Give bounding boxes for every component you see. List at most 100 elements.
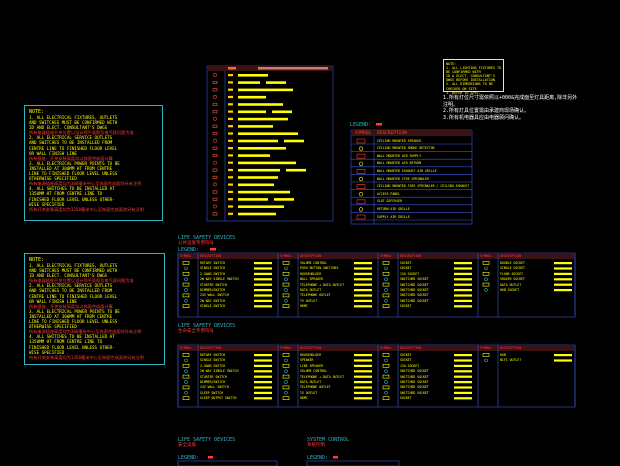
device-description: PUSH BUTTON SWITCHES: [300, 266, 339, 271]
device-description: SLEEP OUTPUT SWITCH: [200, 396, 237, 401]
row-marker: [228, 139, 233, 142]
legend-symbol: [356, 169, 366, 174]
description-bar: [254, 364, 272, 367]
section-legend: LEGEND:: [178, 247, 200, 253]
row-marker: [228, 147, 233, 150]
description-bar: [454, 391, 472, 394]
device-symbol: [182, 293, 190, 298]
device-description: HDMI: [300, 304, 308, 309]
description-bar: [354, 364, 372, 367]
description-bar: [254, 386, 272, 389]
device-table-header-label: SYMBOL: [380, 346, 392, 350]
legend-row-label: CEILING MOUNTED FIRE SPRINKLER / CEILING…: [377, 184, 470, 189]
device-symbol: [282, 271, 290, 276]
row-marker: [228, 212, 233, 215]
description-bar: [238, 74, 268, 77]
legend-row-label: WALL MOUNTED AIR RETURN: [377, 161, 422, 166]
symbol-glyph: [213, 116, 217, 121]
device-symbol: [182, 261, 190, 265]
device-table-header-label: SYMBOL: [280, 346, 292, 350]
description-bar: [254, 278, 272, 281]
device-symbol: [384, 391, 388, 395]
device-description: 2W WAY SINGLE SWITCH: [200, 277, 239, 282]
description-bar: [238, 161, 296, 165]
description-bar: [238, 132, 298, 135]
description-bar: [554, 272, 572, 275]
description-bar: [554, 267, 572, 270]
symbol-glyph: [212, 102, 218, 106]
row-marker: [228, 132, 233, 135]
device-description: TV OUTLET: [300, 298, 318, 303]
device-symbol: [384, 277, 388, 281]
header-mark: [208, 456, 213, 459]
device-description: HOUSEHOLDER: [300, 353, 322, 357]
row-marker: [228, 88, 233, 91]
device-description: 24V WALL SWITCH: [200, 385, 229, 390]
device-symbol: [182, 353, 190, 357]
note-box-bottom-left: NOTE: 1. ALL ELECTRICAL FIXTURES, OUTLET…: [24, 253, 165, 365]
device-description: HDMI: [300, 396, 308, 401]
device-description: SINGLE SWITCH: [200, 266, 225, 271]
note-line: 所有开关安装高度均为1350毫米中心至饰面完成面除另有注明: [29, 206, 144, 212]
device-symbol: [184, 288, 188, 292]
description-bar: [238, 212, 276, 216]
device-description: SOCKET: [400, 304, 412, 309]
note-lines: 1. ALL ELECTRICAL FIXTURES, OUTLETS AND …: [29, 263, 160, 360]
description-bar: [284, 139, 304, 143]
legend-col-description: DESCRIPTION: [377, 131, 407, 136]
row-marker: [228, 81, 233, 84]
description-bar: [454, 262, 472, 265]
note-box-top-right: NOTE: 1. ALL LIGHTING FIXTURES TO BE CON…: [443, 59, 504, 95]
device-description: HOB SOCKET: [500, 288, 520, 292]
description-bar: [554, 359, 572, 362]
device-description: VOLUME CONTROL: [300, 261, 327, 265]
description-bar: [238, 103, 283, 106]
symbol-glyph: [212, 197, 218, 201]
symbol-glyph: [212, 81, 218, 85]
symbol-glyph: [212, 124, 218, 128]
legend-title-right: LEGEND:: [350, 122, 372, 128]
chinese-notes: 1.所有灯位尺寸需依照以+000&完成面至灯具距离,除非另外 注明。 2.所有灯…: [443, 95, 577, 121]
description-bar: [238, 125, 273, 128]
symbol-glyph: [213, 95, 217, 99]
device-symbol: [284, 380, 288, 384]
description-bar: [454, 381, 472, 384]
row-marker: [228, 74, 233, 77]
row-marker: [228, 117, 233, 120]
device-description: SWITCHED SOCKET: [400, 385, 429, 390]
description-bar: [238, 176, 278, 179]
row-marker: [228, 198, 233, 201]
device-symbol: [382, 271, 390, 276]
description-bar: [254, 272, 272, 275]
legend-symbol: [358, 146, 364, 151]
description-bar: [454, 278, 472, 281]
description-bar: [254, 397, 272, 400]
device-symbol: [182, 363, 190, 368]
device-table-header-label: SYMBOL: [480, 346, 492, 350]
device-symbol: [282, 385, 290, 390]
device-description: SLEEP SWITCH: [200, 390, 224, 395]
row-marker: [228, 125, 233, 128]
device-symbol: [184, 369, 188, 373]
device-symbol: [282, 353, 290, 357]
symbol-glyph: [212, 154, 218, 158]
description-bar: [254, 262, 272, 265]
description-bar: [454, 294, 472, 297]
description-bar: [354, 305, 372, 308]
note-box-top-left: NOTE: 1. ALL ELECTRICAL FIXTURES, OUTLET…: [24, 105, 163, 221]
device-symbol: [182, 385, 190, 390]
device-description: STARTER SWITCH: [200, 374, 227, 379]
description-bar: [238, 154, 270, 157]
device-symbol: [284, 358, 288, 363]
device-description: SINGLE SWITCH: [200, 304, 225, 309]
description-bar: [454, 386, 472, 389]
legend-symbol: [358, 192, 364, 197]
device-symbol: [282, 261, 290, 265]
device-description: SWITCHED SOCKET: [400, 390, 429, 395]
device-symbol: [184, 277, 188, 281]
device-symbol: [184, 391, 188, 395]
section-legend: LEGEND:: [178, 455, 200, 461]
cn-note-line: 3.所有机电器具应由电器顾问确认。: [443, 114, 525, 121]
device-description: HOB: [500, 353, 506, 357]
drawing-canvas: [177, 65, 576, 466]
